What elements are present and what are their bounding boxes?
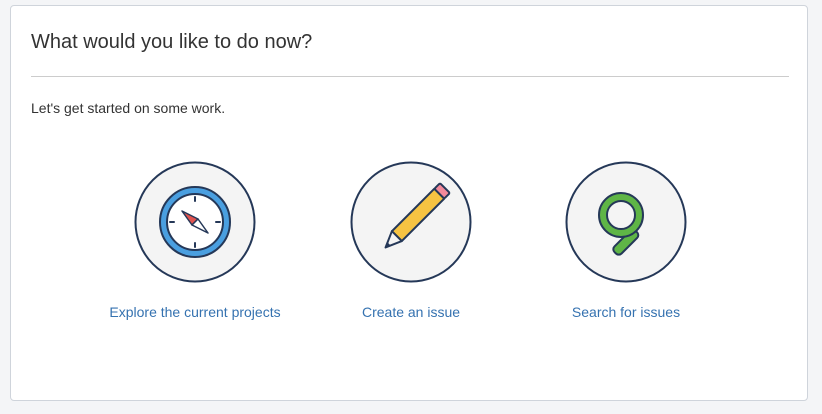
dialog-title: What would you like to do now?	[31, 31, 313, 53]
create-issue-action[interactable]: Create an issue	[311, 161, 511, 321]
compass-icon	[134, 161, 256, 283]
magnifier-icon	[565, 161, 687, 283]
intro-text: Let's get started on some work.	[31, 100, 226, 116]
explore-projects-action[interactable]: Explore the current projects	[95, 161, 295, 321]
explore-projects-link[interactable]: Explore the current projects	[95, 303, 295, 321]
search-issues-action[interactable]: Search for issues	[526, 161, 726, 321]
search-issues-link[interactable]: Search for issues	[526, 303, 726, 321]
create-issue-link[interactable]: Create an issue	[311, 303, 511, 321]
welcome-panel: What would you like to do now? Let's get…	[10, 5, 808, 401]
pencil-icon	[350, 161, 472, 283]
title-divider	[31, 76, 789, 77]
